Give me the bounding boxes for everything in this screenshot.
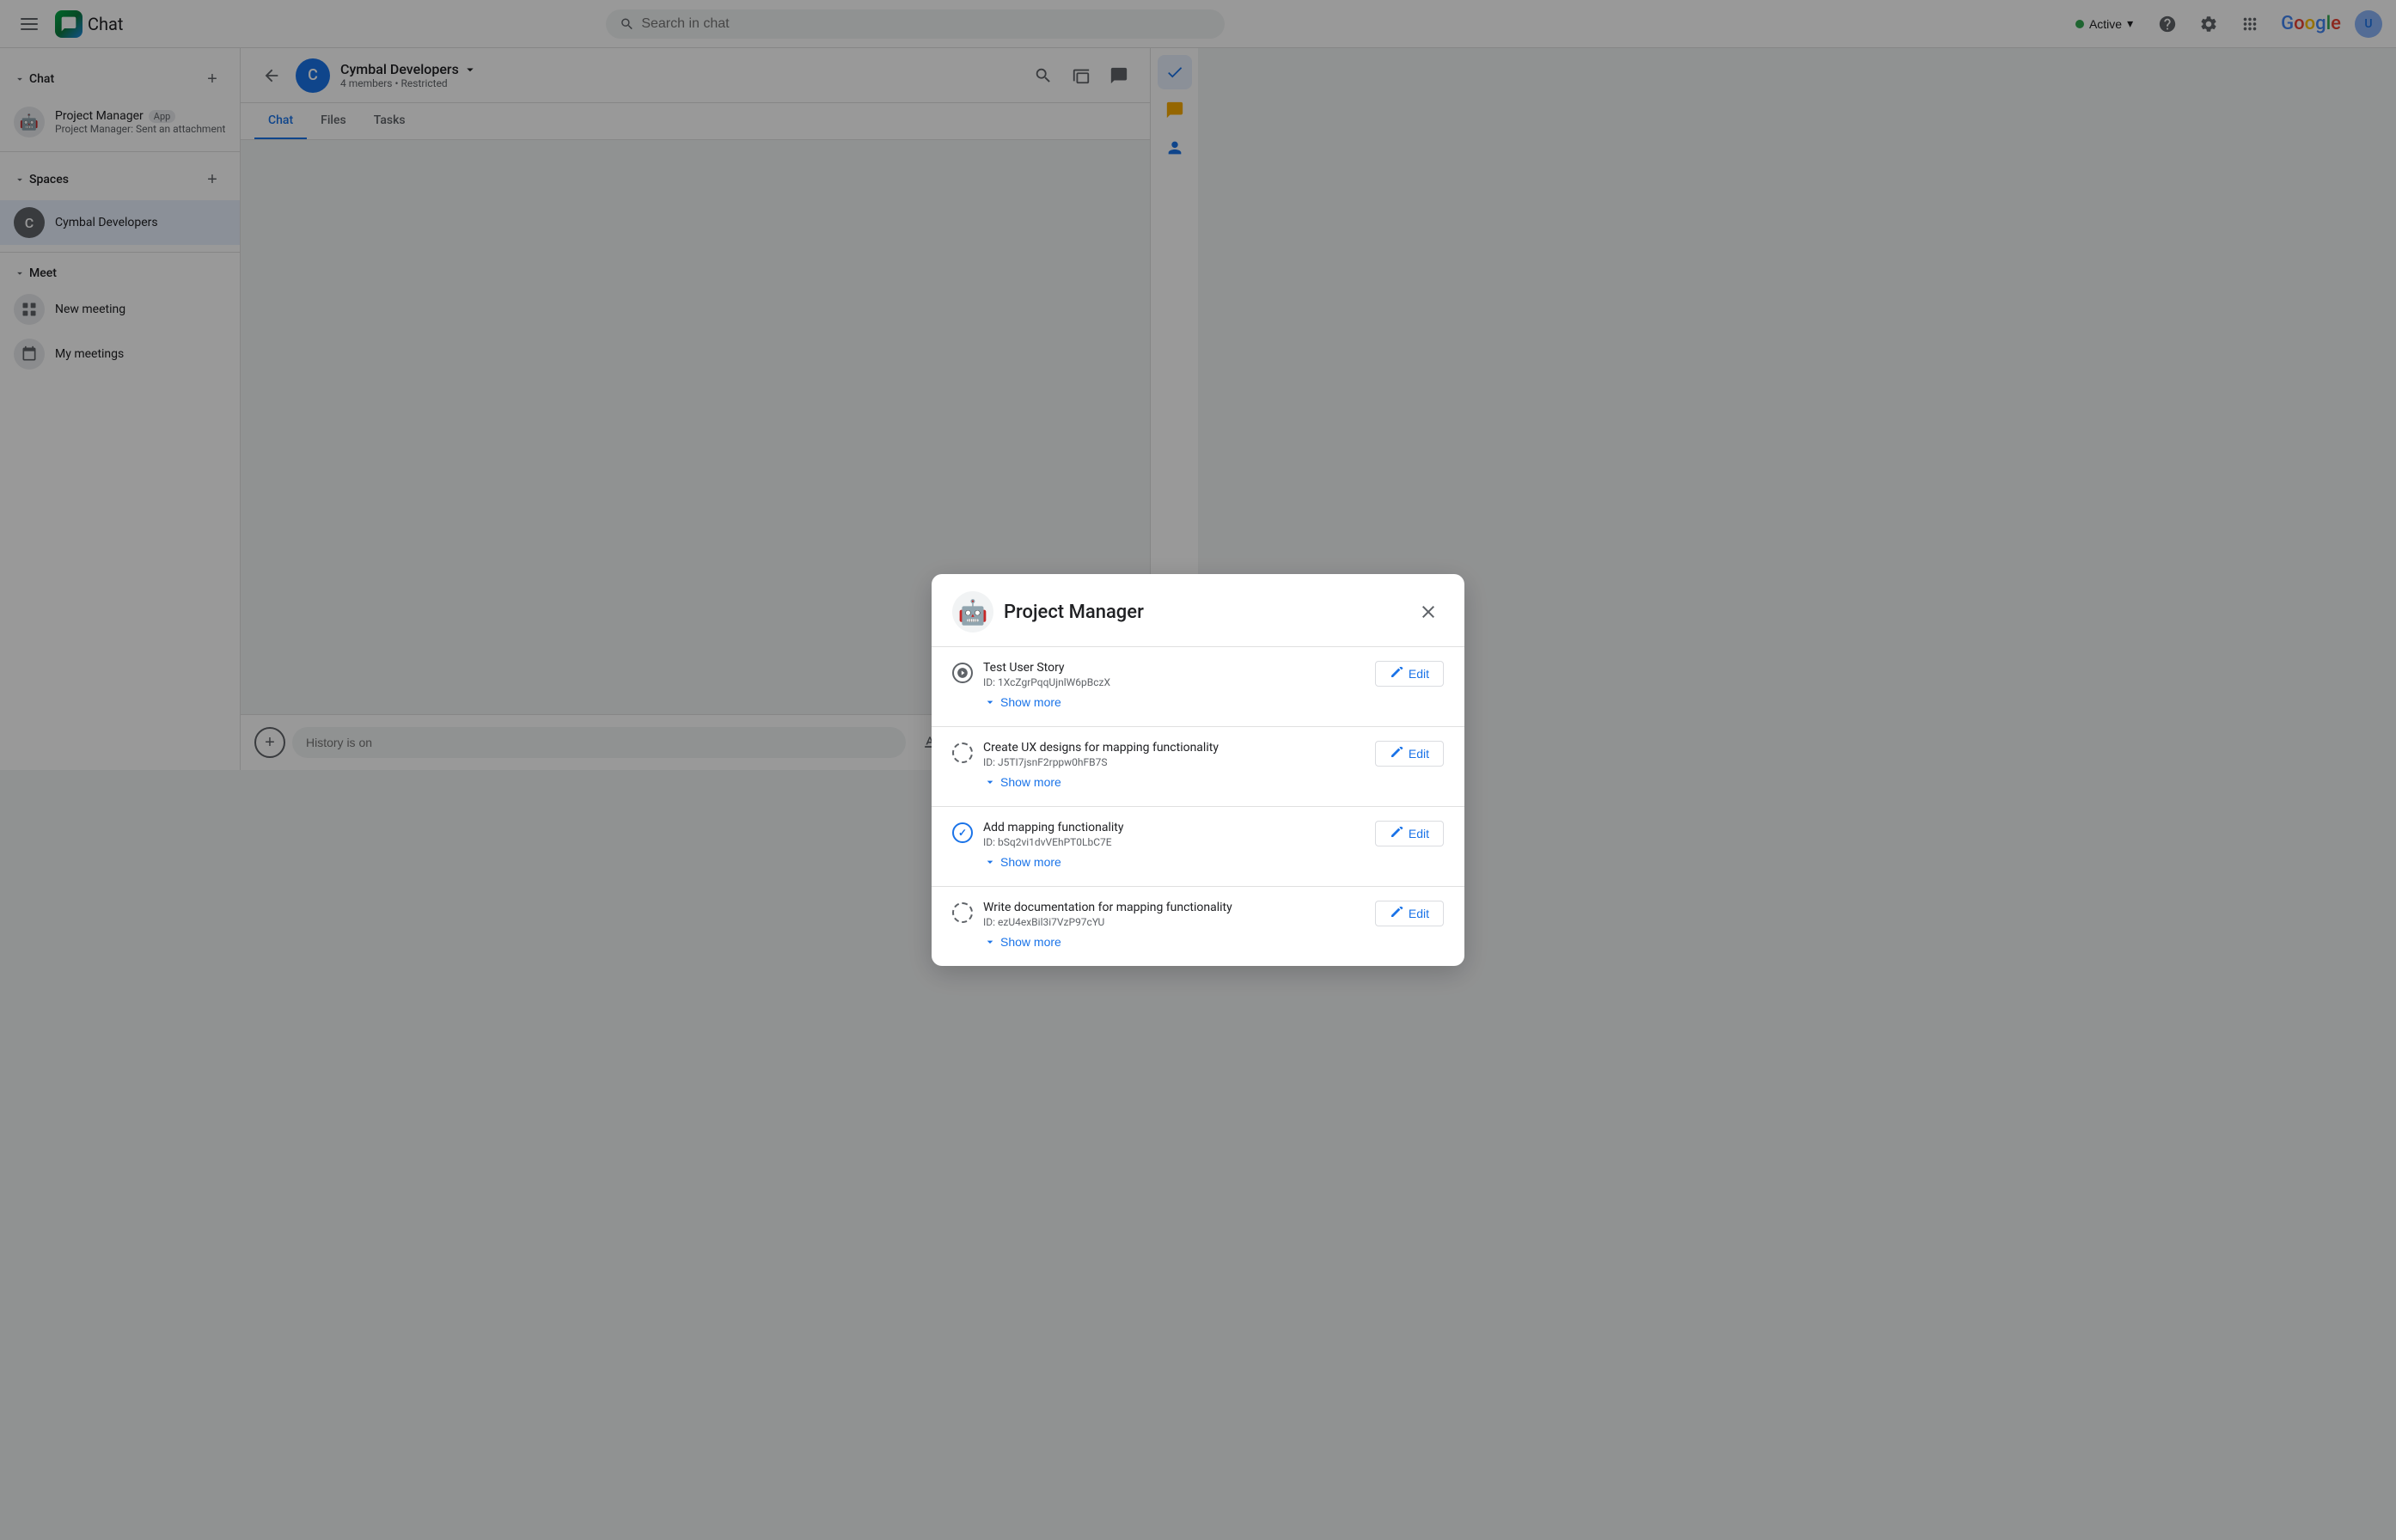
story-row-4: Write documentation for mapping function… <box>952 901 1444 928</box>
modal-title: Project Manager <box>1004 602 1403 623</box>
close-icon <box>1418 602 1439 622</box>
edit-button-3[interactable]: Edit <box>1375 821 1444 846</box>
edit-button-2[interactable]: Edit <box>1375 741 1444 767</box>
story-icon-3 <box>952 822 973 843</box>
chevron-down-icon-4 <box>983 935 997 949</box>
show-more-button-4[interactable]: Show more <box>983 935 1061 949</box>
show-more-button-2[interactable]: Show more <box>983 775 1061 789</box>
story-title-2: Create UX designs for mapping functional… <box>983 741 1365 755</box>
story-row-3: Add mapping functionality ID: bSq2vi1dvV… <box>952 821 1444 848</box>
chevron-down-icon-3 <box>983 855 997 869</box>
story-item-2: Create UX designs for mapping functional… <box>932 726 1464 806</box>
story-title-3: Add mapping functionality <box>983 821 1365 834</box>
show-more-row-1: Show more <box>952 688 1444 712</box>
edit-button-1[interactable]: Edit <box>1375 661 1444 687</box>
project-manager-modal: 🤖 Project Manager Test U <box>932 574 1464 966</box>
story-content-4: Write documentation for mapping function… <box>983 901 1365 928</box>
edit-icon-2 <box>1390 747 1403 761</box>
edit-icon-4 <box>1390 907 1403 920</box>
story-icon-2 <box>952 742 973 763</box>
chevron-down-icon-1 <box>983 695 997 709</box>
story-id-3: ID: bSq2vi1dvVEhPT0LbC7E <box>983 836 1365 848</box>
story-title-1: Test User Story <box>983 661 1365 675</box>
story-item-1: Test User Story ID: 1XcZgrPqqUjnlW6pBczX… <box>932 646 1464 726</box>
show-more-row-3: Show more <box>952 848 1444 872</box>
play-circle-icon <box>957 667 969 679</box>
story-icon-4 <box>952 902 973 923</box>
edit-icon-1 <box>1390 667 1403 681</box>
edit-icon-3 <box>1390 827 1403 840</box>
story-id-2: ID: J5TI7jsnF2rppw0hFB7S <box>983 756 1365 768</box>
story-content-2: Create UX designs for mapping functional… <box>983 741 1365 768</box>
chevron-down-icon-2 <box>983 775 997 789</box>
story-icon-1 <box>952 663 973 683</box>
modal-bot-avatar: 🤖 <box>952 591 993 632</box>
story-content-1: Test User Story ID: 1XcZgrPqqUjnlW6pBczX <box>983 661 1365 688</box>
modal-header: 🤖 Project Manager <box>932 574 1464 646</box>
edit-button-4[interactable]: Edit <box>1375 901 1444 926</box>
story-row-1: Test User Story ID: 1XcZgrPqqUjnlW6pBczX… <box>952 661 1444 688</box>
show-more-row-4: Show more <box>952 928 1444 952</box>
story-item-4: Write documentation for mapping function… <box>932 886 1464 966</box>
show-more-button-3[interactable]: Show more <box>983 855 1061 869</box>
story-item-3: Add mapping functionality ID: bSq2vi1dvV… <box>932 806 1464 886</box>
modal-close-button[interactable] <box>1413 596 1444 627</box>
modal-overlay[interactable]: 🤖 Project Manager Test U <box>0 0 2396 1540</box>
story-row-2: Create UX designs for mapping functional… <box>952 741 1444 768</box>
story-content-3: Add mapping functionality ID: bSq2vi1dvV… <box>983 821 1365 848</box>
show-more-row-2: Show more <box>952 768 1444 792</box>
story-title-4: Write documentation for mapping function… <box>983 901 1365 914</box>
modal-body: Test User Story ID: 1XcZgrPqqUjnlW6pBczX… <box>932 646 1464 966</box>
story-id-4: ID: ezU4exBil3i7VzP97cYU <box>983 916 1365 928</box>
story-id-1: ID: 1XcZgrPqqUjnlW6pBczX <box>983 676 1365 688</box>
show-more-button-1[interactable]: Show more <box>983 695 1061 709</box>
